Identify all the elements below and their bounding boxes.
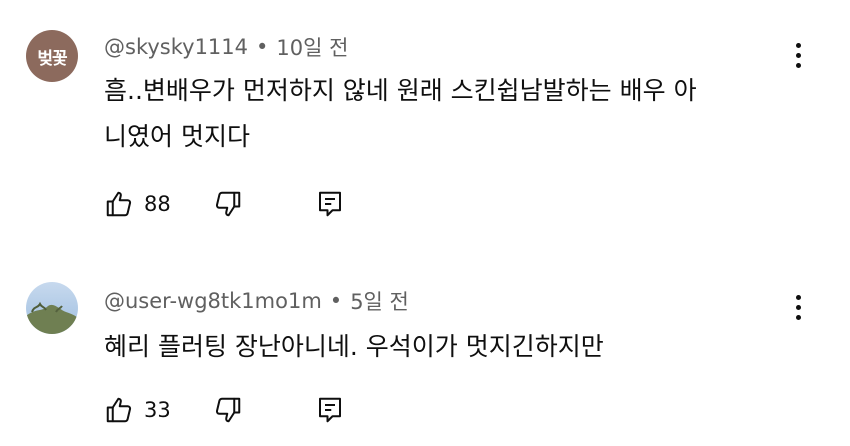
comment-header: @skysky1114 • 10일 전 — [104, 32, 348, 62]
comment-author[interactable]: @skysky1114 — [104, 35, 248, 59]
comment-header: @user-wg8tk1mo1m • 5일 전 — [104, 286, 409, 316]
more-vertical-icon — [795, 42, 801, 48]
comment-actions: 33 — [104, 392, 345, 428]
like-button[interactable]: 33 — [104, 395, 171, 425]
reply-icon — [315, 395, 345, 425]
more-vertical-icon — [795, 294, 801, 300]
like-button[interactable]: 88 — [104, 189, 171, 219]
comment-text: 흠..변배우가 먼저하지 않네 원래 스킨쉽남발하는 배우 아 니였어 멋지다 — [104, 68, 794, 160]
avatar-text: 벚꽃 — [37, 48, 67, 69]
reply-button[interactable] — [315, 395, 345, 425]
like-count: 88 — [144, 192, 171, 216]
like-count: 33 — [144, 398, 171, 422]
comment-text-line: 니였어 멋지다 — [104, 122, 250, 151]
comment-item: 벚꽃 @skysky1114 • 10일 전 흠..변배우가 먼저하지 않네 원… — [0, 0, 850, 240]
thumbs-down-icon — [213, 395, 243, 425]
avatar[interactable]: 벚꽃 — [26, 30, 78, 82]
comment-item: @user-wg8tk1mo1m • 5일 전 혜리 플러팅 장난아니네. 우석… — [0, 262, 850, 446]
avatar-image — [26, 282, 78, 334]
more-dot — [795, 314, 801, 320]
dislike-button[interactable] — [213, 189, 243, 219]
more-options-button[interactable] — [788, 290, 808, 324]
avatar[interactable] — [26, 282, 78, 334]
more-dot — [795, 304, 801, 310]
reply-icon — [315, 189, 345, 219]
dislike-button[interactable] — [213, 395, 243, 425]
more-options-button[interactable] — [788, 38, 808, 72]
comment-text-line: 흠..변배우가 먼저하지 않네 원래 스킨쉽남발하는 배우 아 — [104, 76, 697, 105]
thumbs-up-icon — [104, 395, 134, 425]
comment-text: 혜리 플러팅 장난아니네. 우석이가 멋지긴하지만 — [104, 324, 794, 370]
comment-text-line: 혜리 플러팅 장난아니네. 우석이가 멋지긴하지만 — [104, 332, 604, 361]
more-dot — [795, 52, 801, 58]
comment-author[interactable]: @user-wg8tk1mo1m — [104, 289, 322, 313]
comment-time[interactable]: 10일 전 — [276, 32, 348, 62]
reply-button[interactable] — [315, 189, 345, 219]
separator-dot: • — [256, 35, 269, 59]
separator-dot: • — [329, 289, 343, 313]
comment-actions: 88 — [104, 186, 345, 222]
thumbs-down-icon — [213, 189, 243, 219]
more-dot — [795, 62, 801, 68]
thumbs-up-icon — [104, 189, 134, 219]
comment-time[interactable]: 5일 전 — [350, 286, 409, 316]
